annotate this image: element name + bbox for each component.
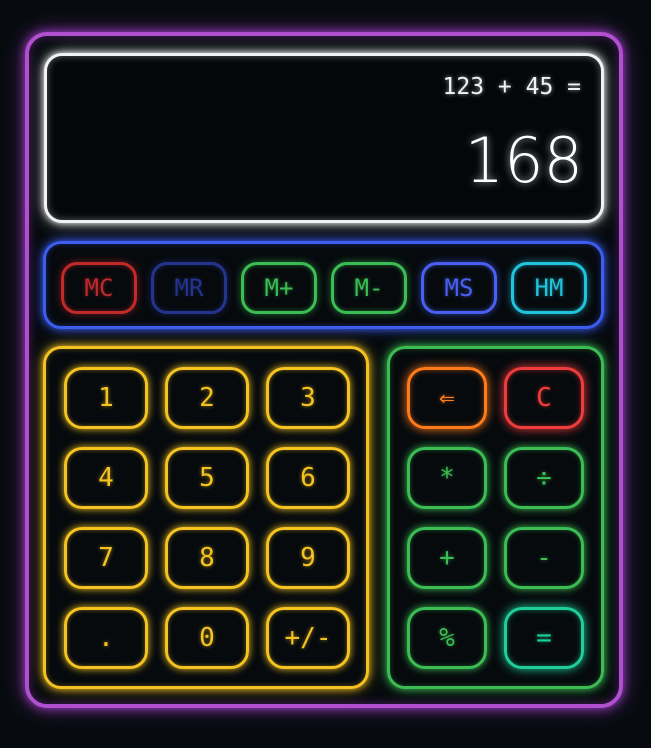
key-1[interactable]: 1 xyxy=(64,367,148,429)
key-4[interactable]: 4 xyxy=(64,447,148,509)
percent-button[interactable]: % xyxy=(407,607,487,669)
operator-pad: ⇐ C * ÷ + - % = xyxy=(387,346,604,689)
key-6[interactable]: 6 xyxy=(266,447,350,509)
backspace-button[interactable]: ⇐ xyxy=(407,367,487,429)
key-5[interactable]: 5 xyxy=(165,447,249,509)
calculator-display: 123 + 45 = 168 xyxy=(44,53,604,223)
key-2[interactable]: 2 xyxy=(165,367,249,429)
memory-recall-button[interactable]: MR xyxy=(151,262,227,314)
key-decimal[interactable]: . xyxy=(64,607,148,669)
key-3[interactable]: 3 xyxy=(266,367,350,429)
memory-add-button[interactable]: M+ xyxy=(241,262,317,314)
key-negate[interactable]: +/- xyxy=(266,607,350,669)
clear-button[interactable]: C xyxy=(504,367,584,429)
memory-subtract-button[interactable]: M- xyxy=(331,262,407,314)
memory-panel: MC MR M+ M- MS HM xyxy=(43,241,604,329)
divide-button[interactable]: ÷ xyxy=(504,447,584,509)
memory-store-button[interactable]: MS xyxy=(421,262,497,314)
expression-readout: 123 + 45 = xyxy=(442,74,581,100)
key-7[interactable]: 7 xyxy=(64,527,148,589)
add-button[interactable]: + xyxy=(407,527,487,589)
key-0[interactable]: 0 xyxy=(165,607,249,669)
equals-button[interactable]: = xyxy=(504,607,584,669)
number-pad: 1 2 3 4 5 6 7 8 9 . 0 +/- xyxy=(43,346,369,689)
key-8[interactable]: 8 xyxy=(165,527,249,589)
memory-clear-button[interactable]: MC xyxy=(61,262,137,314)
history-memory-button[interactable]: HM xyxy=(511,262,587,314)
result-readout: 168 xyxy=(464,124,583,197)
subtract-button[interactable]: - xyxy=(504,527,584,589)
key-9[interactable]: 9 xyxy=(266,527,350,589)
multiply-button[interactable]: * xyxy=(407,447,487,509)
